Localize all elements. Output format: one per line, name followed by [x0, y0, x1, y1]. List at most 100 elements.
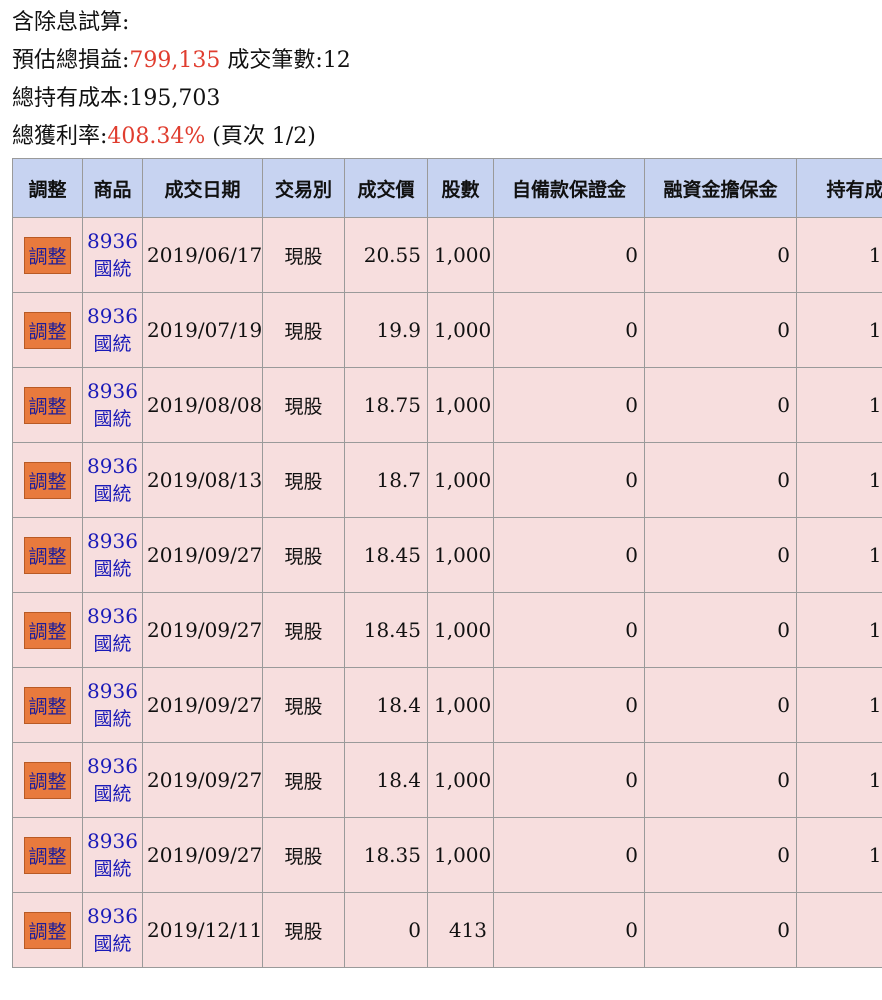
rate-line: 總獲利率:408.34% (頁次 1/2)	[12, 118, 351, 156]
margin-amount: 0	[493, 217, 645, 293]
trade-date: 2019/08/08	[142, 367, 263, 443]
trade-price: 18.35	[344, 817, 428, 893]
adjust-button[interactable]: 調整	[24, 911, 71, 949]
collateral-amount: 0	[644, 292, 797, 368]
item-code-link[interactable]: 8936	[85, 902, 140, 930]
item-cell: 8936 國統	[82, 367, 143, 443]
rate-label: 總獲利率:	[12, 124, 108, 149]
header-item: 商品	[82, 158, 143, 218]
item-name-link[interactable]: 國統	[85, 780, 140, 808]
trade-price: 20.55	[344, 217, 428, 293]
table-row: 調整8936國統2019/06/17現股20.551,0000018,50	[12, 217, 882, 293]
item-code-link[interactable]: 8936	[85, 677, 140, 705]
rate-value: 408.34%	[107, 124, 206, 149]
table-row: 調整8936國統2019/09/27現股18.351,0000016,30	[12, 817, 882, 893]
share-count: 1,000	[427, 442, 494, 518]
share-count: 1,000	[427, 592, 494, 668]
adjust-button[interactable]: 調整	[24, 236, 71, 274]
trade-type: 現股	[262, 217, 345, 293]
collateral-amount: 0	[644, 217, 797, 293]
header-shares: 股數	[427, 158, 494, 218]
item-code-link[interactable]: 8936	[85, 602, 140, 630]
share-count: 1,000	[427, 367, 494, 443]
table-row: 調整8936國統2019/09/27現股18.451,0000016,40	[12, 592, 882, 668]
header-margin: 自備款保證金	[493, 158, 645, 218]
item-name-link[interactable]: 國統	[85, 855, 140, 883]
trade-type: 現股	[262, 592, 345, 668]
trade-price: 18.7	[344, 442, 428, 518]
table-row: 調整8936國統2019/08/08現股18.751,0000016,70	[12, 367, 882, 443]
adjust-cell: 調整	[12, 667, 83, 743]
item-name-link[interactable]: 國統	[85, 255, 140, 283]
trade-date: 2019/09/27	[142, 817, 263, 893]
trades-table-container[interactable]: 調整 商品 成交日期 交易別 成交價 股數 自備款保證金 融資金擔保金 持有成本…	[12, 158, 882, 978]
collateral-amount: 0	[644, 367, 797, 443]
trade-type: 現股	[262, 892, 345, 968]
item-code-link[interactable]: 8936	[85, 827, 140, 855]
trade-price: 0	[344, 892, 428, 968]
header-date: 成交日期	[142, 158, 263, 218]
item-name-link[interactable]: 國統	[85, 630, 140, 658]
item-name-link[interactable]: 國統	[85, 405, 140, 433]
item-name-link[interactable]: 國統	[85, 705, 140, 733]
item-code-link[interactable]: 8936	[85, 302, 140, 330]
table-row: 調整8936國統2019/12/11現股04130081	[12, 892, 882, 968]
item-name-link[interactable]: 國統	[85, 930, 140, 958]
share-count: 1,000	[427, 517, 494, 593]
table-body: 調整8936國統2019/06/17現股20.551,0000018,50調整8…	[12, 217, 882, 968]
adjust-button[interactable]: 調整	[24, 761, 71, 799]
trade-price: 18.4	[344, 742, 428, 818]
item-code-link[interactable]: 8936	[85, 527, 140, 555]
holding-cost: 16,70	[796, 367, 882, 443]
adjust-button[interactable]: 調整	[24, 461, 71, 499]
adjust-button[interactable]: 調整	[24, 611, 71, 649]
header-price: 成交價	[344, 158, 428, 218]
adjust-button[interactable]: 調整	[24, 386, 71, 424]
holding-cost: 18,50	[796, 217, 882, 293]
item-code-link[interactable]: 8936	[85, 377, 140, 405]
adjust-button[interactable]: 調整	[24, 311, 71, 349]
item-code-link[interactable]: 8936	[85, 752, 140, 780]
header-adjust: 調整	[12, 158, 83, 218]
adjust-cell: 調整	[12, 442, 83, 518]
header-collateral: 融資金擔保金	[644, 158, 797, 218]
item-cell: 8936 國統	[82, 292, 143, 368]
collateral-amount: 0	[644, 817, 797, 893]
item-name-link[interactable]: 國統	[85, 330, 140, 358]
margin-amount: 0	[493, 742, 645, 818]
share-count: 1,000	[427, 667, 494, 743]
item-cell: 8936 國統	[82, 817, 143, 893]
margin-amount: 0	[493, 817, 645, 893]
profit-label: 預估總損益:	[12, 48, 130, 73]
table-row: 調整8936國統2019/09/27現股18.451,0000016,40	[12, 517, 882, 593]
table-header-row: 調整 商品 成交日期 交易別 成交價 股數 自備款保證金 融資金擔保金 持有成本	[12, 158, 882, 218]
item-cell: 8936 國統	[82, 517, 143, 593]
collateral-amount: 0	[644, 892, 797, 968]
adjust-cell: 調整	[12, 817, 83, 893]
adjust-button[interactable]: 調整	[24, 836, 71, 874]
trade-type: 現股	[262, 742, 345, 818]
cost-value: 195,703	[129, 86, 221, 111]
trade-type: 現股	[262, 367, 345, 443]
adjust-button[interactable]: 調整	[24, 536, 71, 574]
trade-price: 18.75	[344, 367, 428, 443]
calc-title-text: 含除息試算:	[12, 10, 130, 35]
item-name-link[interactable]: 國統	[85, 480, 140, 508]
holding-cost: 16,35	[796, 742, 882, 818]
trade-type: 現股	[262, 292, 345, 368]
holding-cost: 17,85	[796, 292, 882, 368]
adjust-cell: 調整	[12, 742, 83, 818]
trade-price: 18.45	[344, 592, 428, 668]
adjust-cell: 調整	[12, 892, 83, 968]
item-name-link[interactable]: 國統	[85, 555, 140, 583]
holding-cost: 81	[796, 892, 882, 968]
collateral-amount: 0	[644, 667, 797, 743]
adjust-button[interactable]: 調整	[24, 686, 71, 724]
item-code-link[interactable]: 8936	[85, 227, 140, 255]
holding-cost: 16,35	[796, 667, 882, 743]
trade-type: 現股	[262, 667, 345, 743]
adjust-cell: 調整	[12, 292, 83, 368]
item-cell: 8936 國統	[82, 592, 143, 668]
item-code-link[interactable]: 8936	[85, 452, 140, 480]
trade-date: 2019/09/27	[142, 742, 263, 818]
